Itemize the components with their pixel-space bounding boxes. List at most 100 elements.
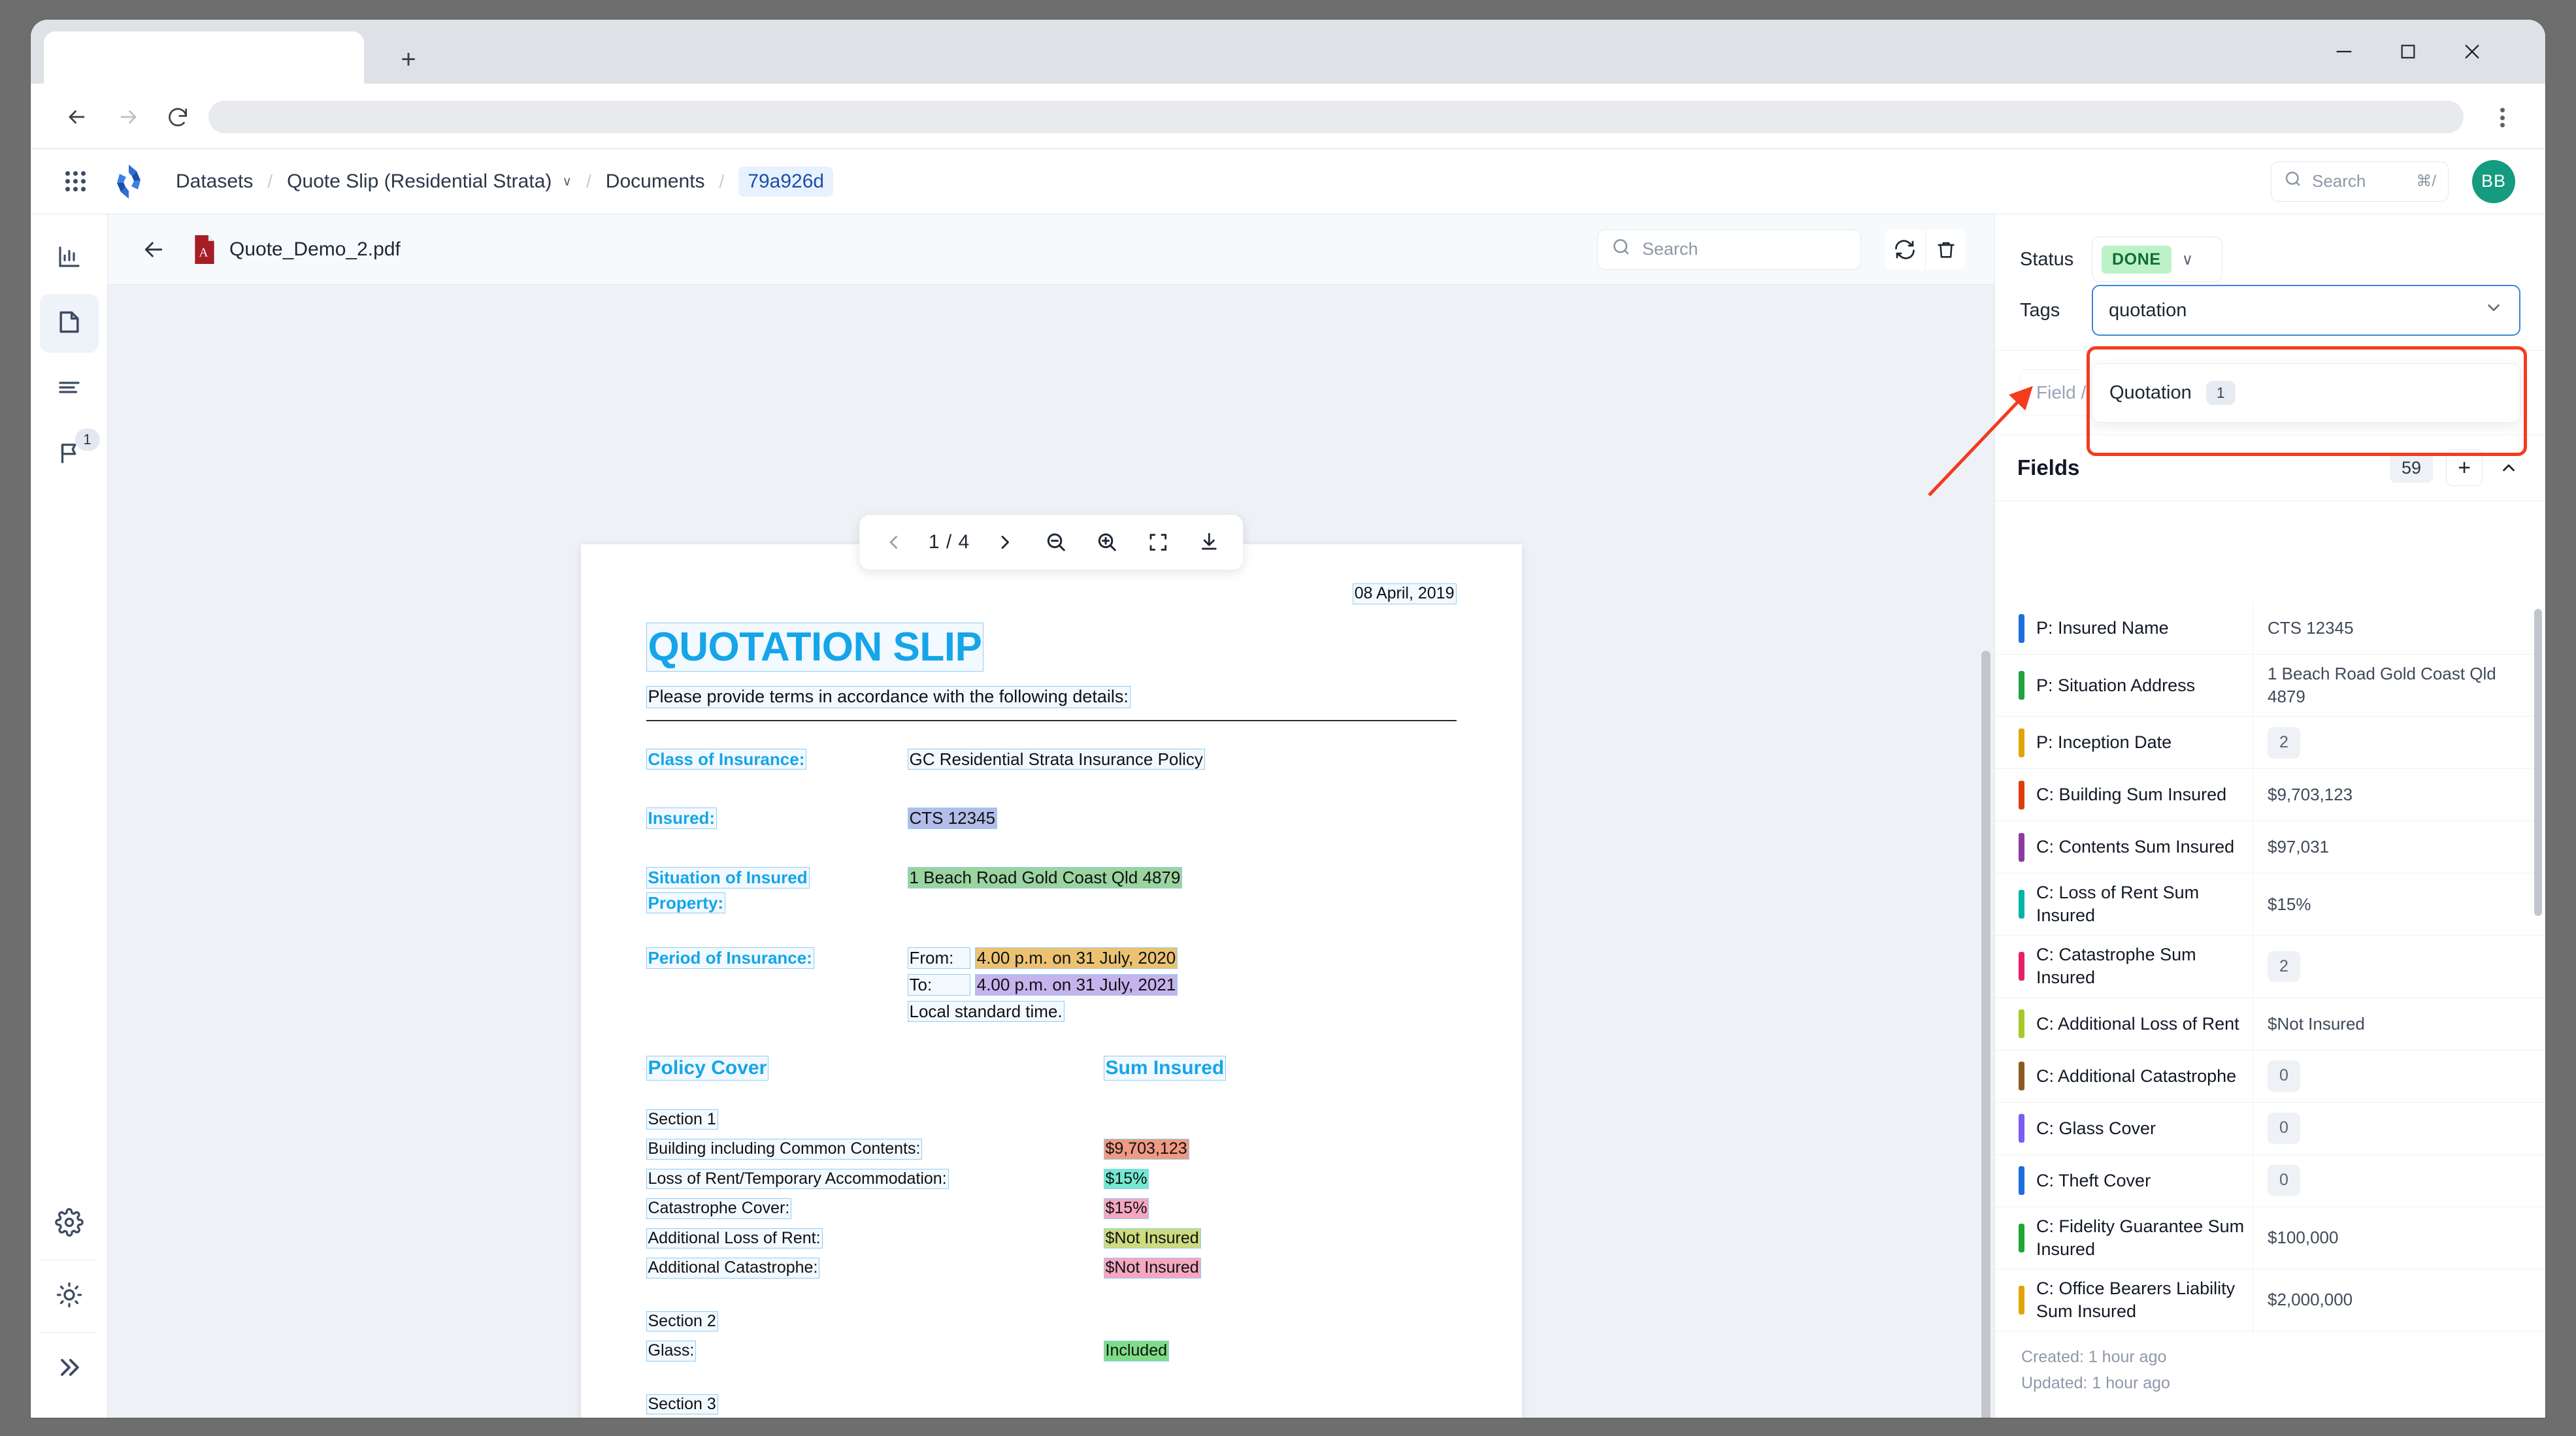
table-row[interactable]: P: Inception Date2 [1995,717,2545,769]
fit-screen-icon[interactable] [1142,527,1174,558]
table-row[interactable]: C: Office Bearers Liability Sum Insured$… [1995,1269,2545,1331]
pdf-cover-sum: $Not Insured [1104,1228,1201,1249]
new-tab-button[interactable]: + [393,44,423,74]
close-icon[interactable] [2439,31,2505,72]
sidebar-item-analytics[interactable] [40,229,99,287]
field-name-cell: C: Office Bearers Liability Sum Insured [1995,1269,2253,1331]
field-value-cell[interactable]: $100,000 [2253,1207,2545,1269]
details-footer: Created: 1 hour ago Updated: 1 hour ago [1995,1334,2545,1418]
field-value-cell[interactable]: 1 Beach Road Gold Coast Qld 4879 [2253,655,2545,716]
field-value-cell[interactable]: CTS 12345 [2253,602,2545,654]
field-name: C: Fidelity Guarantee Sum Insured [2036,1215,2253,1261]
browser-tab[interactable] [44,31,364,84]
page-indicator: 1 / 4 [929,531,970,553]
left-nav-rail: 1 [31,214,108,1418]
chevron-down-icon[interactable]: ∨ [562,173,572,189]
minimize-icon[interactable] [2311,31,2377,72]
pdf-section: Section 2Glass:Included [646,1311,1457,1362]
pdf-value: 4.00 p.m. on 31 July, 2021 [975,974,1178,996]
brand-logo-icon[interactable] [110,163,147,200]
global-search-input[interactable]: Search ⌘/ [2271,161,2449,202]
address-bar[interactable] [208,101,2464,133]
sidebar-item-flags[interactable]: 1 [40,425,99,483]
sidebar-item-settings[interactable] [40,1194,99,1253]
zoom-in-icon[interactable] [1091,527,1123,558]
arrow-left-icon[interactable] [139,235,168,264]
field-color-bar [2019,1062,2024,1090]
chevron-right-icon[interactable] [989,527,1021,558]
add-field-button[interactable]: + [2446,449,2483,486]
table-row[interactable]: C: Glass Cover0 [1995,1103,2545,1155]
tag-option-quotation[interactable]: Quotation 1 [2092,374,2520,412]
forward-icon[interactable] [114,103,142,131]
pdf-cover-sum: $Not Insured [1104,1258,1201,1279]
pdf-page: 08 April, 2019 QUOTATION SLIP Please pro… [581,544,1522,1418]
sidebar-item-documents[interactable] [40,294,99,353]
table-row[interactable]: C: Catastrophe Sum Insured2 [1995,936,2545,998]
field-name: P: Situation Address [2036,674,2195,697]
tags-dropdown-menu[interactable]: Quotation 1 [2092,363,2520,423]
sidebar-item-theme[interactable] [40,1267,99,1326]
sidebar-item-lines[interactable] [40,359,99,418]
back-icon[interactable] [63,103,91,131]
list-lines-icon [56,374,83,404]
field-value-cell[interactable]: 0 [2253,1103,2545,1154]
tags-select[interactable]: quotation [2092,285,2520,336]
field-name: C: Additional Catastrophe [2036,1065,2236,1088]
application-root: Datasets / Quote Slip (Residential Strat… [31,149,2545,1418]
reload-icon[interactable] [164,103,191,131]
download-icon[interactable] [1193,527,1225,558]
field-value-cell[interactable]: 0 [2253,1051,2545,1102]
field-value-cell[interactable]: $Not Insured [2253,998,2545,1050]
field-name-cell: C: Catastrophe Sum Insured [1995,936,2253,997]
sidebar-expand-button[interactable] [40,1339,99,1398]
breadcrumb-documents[interactable]: Documents [606,171,705,193]
table-row[interactable]: C: Contents Sum Insured$97,031 [1995,821,2545,873]
breadcrumb-separator: / [586,171,591,192]
field-value-cell[interactable]: $15% [2253,873,2545,935]
double-chevron-right-icon [55,1353,84,1385]
field-value-cell[interactable]: $9,703,123 [2253,769,2545,821]
field-value-cell[interactable]: $97,031 [2253,821,2545,873]
zoom-out-icon[interactable] [1040,527,1072,558]
table-row[interactable]: C: Additional Loss of Rent $Not Insured [1995,998,2545,1051]
overflow-menu-icon[interactable] [2490,106,2514,129]
chevron-down-icon[interactable] [2484,298,2503,323]
fields-scrollbar[interactable] [2534,609,2542,916]
status-badge: DONE [2102,246,2171,274]
chevron-up-icon[interactable] [2494,453,2523,482]
avatar[interactable]: BB [2472,160,2515,203]
pdf-section-title: Section 2 [646,1311,718,1332]
pdf-cover-sum: Included [1104,1341,1170,1362]
breadcrumb-document-id[interactable]: 79a926d [738,167,833,197]
refresh-icon[interactable] [1885,229,1925,270]
pdf-vertical-scrollbar[interactable] [1981,651,1990,1418]
table-row[interactable]: P: Situation Address 1 Beach Road Gold Co… [1995,655,2545,717]
field-value: $97,031 [2268,836,2329,858]
table-row[interactable]: C: Loss of Rent Sum Insured$15% [1995,873,2545,936]
pdf-field-insured: Insured: CTS 12345 [646,808,1457,829]
trash-icon[interactable] [1925,229,1966,270]
field-name: C: Additional Loss of Rent [2036,1013,2239,1036]
maximize-icon[interactable] [2375,31,2441,72]
table-row[interactable]: C: Theft Cover0 [1995,1155,2545,1207]
fields-table[interactable]: P: Insured NameCTS 12345P: Situation Add… [1995,602,2545,1334]
breadcrumb-datasets[interactable]: Datasets [176,171,253,193]
field-color-bar [2019,1166,2024,1195]
table-row[interactable]: P: Insured NameCTS 12345 [1995,602,2545,655]
pdf-toolbar: 1 / 4 [859,515,1243,570]
field-value-cell[interactable]: $2,000,000 [2253,1269,2545,1331]
pdf-scroll-area[interactable]: 08 April, 2019 QUOTATION SLIP Please pro… [108,285,1994,1418]
table-row[interactable]: C: Additional Catastrophe 0 [1995,1051,2545,1103]
field-value-cell[interactable]: 2 [2253,936,2545,997]
table-row[interactable]: C: Building Sum Insured$9,703,123 [1995,769,2545,821]
chevron-left-icon[interactable] [878,527,909,558]
status-select[interactable]: DONE ∨ [2092,237,2222,282]
breadcrumb-dataset[interactable]: Quote Slip (Residential Strata) [287,171,552,193]
tags-label: Tags [2020,300,2092,321]
field-value-cell[interactable]: 0 [2253,1155,2545,1207]
table-row[interactable]: C: Fidelity Guarantee Sum Insured$100,00… [1995,1207,2545,1269]
document-search-input[interactable]: Search [1597,229,1861,270]
grid-apps-icon[interactable] [63,170,87,193]
field-value-cell[interactable]: 2 [2253,717,2545,768]
